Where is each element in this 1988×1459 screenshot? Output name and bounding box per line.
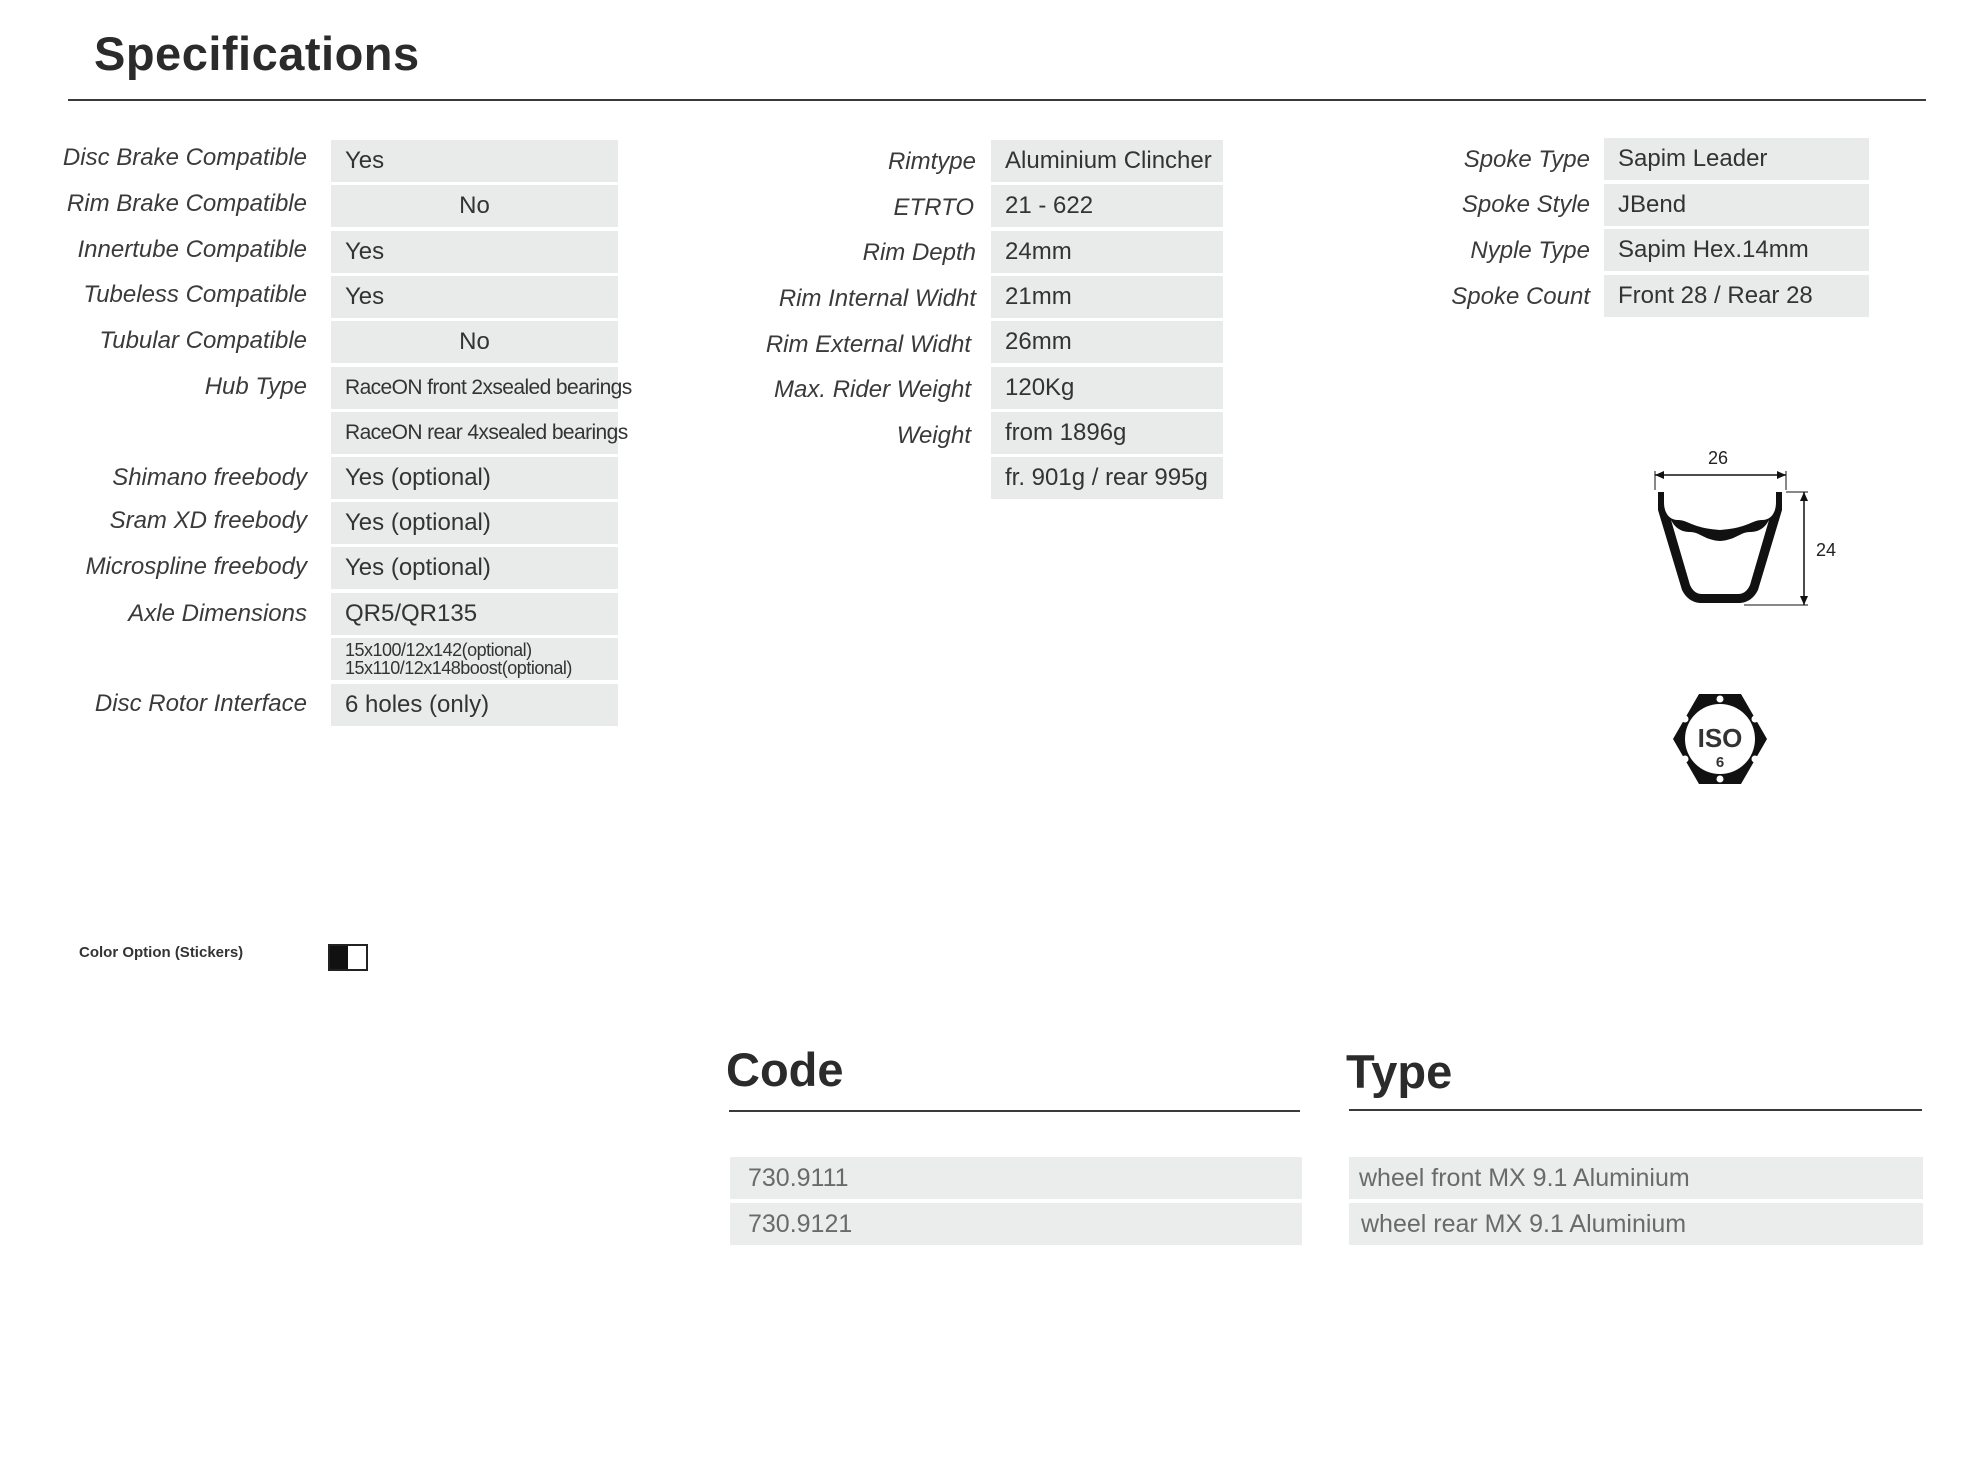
spec-label: ETRTO: [893, 194, 974, 221]
spec-value: 15x100/12x142(optional) 15x110/12x148boo…: [331, 638, 618, 680]
spec-label: Rim External Widht: [765, 331, 971, 358]
color-swatch-white: [348, 946, 366, 969]
spec-value: 21 - 622: [991, 185, 1223, 227]
rim-profile-diagram: 26 24: [1654, 448, 1836, 606]
spec-value: RaceON front 2xsealed bearings: [331, 367, 632, 409]
spec-value: Front 28 / Rear 28: [1604, 275, 1869, 317]
spec-label: Microspline freebody: [85, 553, 307, 580]
spec-value: Sapim Hex.14mm: [1604, 229, 1869, 271]
spec-value: Yes (optional): [331, 502, 618, 544]
spec-label: Sram XD freebody: [109, 507, 307, 534]
rim-width-label: 26: [1708, 448, 1728, 468]
spec-label: Spoke Style: [1461, 191, 1590, 218]
color-swatch: [328, 944, 368, 971]
iso-text: ISO: [1698, 723, 1743, 753]
spec-label: Axle Dimensions: [128, 600, 307, 627]
spec-value: 26mm: [991, 321, 1223, 363]
iso-6-rotor-icon: ISO 6: [1673, 694, 1767, 784]
spec-value: Yes: [331, 276, 618, 318]
spec-label: Shimano freebody: [112, 464, 307, 491]
iso-number: 6: [1716, 754, 1724, 771]
type-heading: Type: [1346, 1045, 1453, 1098]
spec-value: Yes (optional): [331, 547, 618, 589]
spec-value: from 1896g: [991, 412, 1223, 454]
spec-value: 24mm: [991, 231, 1223, 273]
spec-label: Nyple Type: [1470, 237, 1590, 264]
spec-value: Yes: [331, 231, 618, 273]
spec-label: Spoke Count: [1451, 283, 1590, 310]
spec-label: Weight: [896, 422, 971, 449]
spec-label: Innertube Compatible: [77, 236, 307, 263]
spec-label: Tubeless Compatible: [83, 281, 307, 308]
spec-value: JBend: [1604, 184, 1869, 226]
product-code: 730.9121: [730, 1203, 1302, 1245]
spec-label: Rim Brake Compatible: [66, 190, 307, 217]
spec-value: Yes (optional): [331, 457, 618, 499]
spec-value-line: 15x110/12x148boost(optional): [345, 658, 572, 678]
color-swatch-black: [330, 946, 348, 969]
spec-label: Spoke Type: [1463, 146, 1590, 173]
spec-label: Disc Brake Compatible: [62, 144, 307, 171]
spec-label: Rim Internal Widht: [778, 285, 976, 312]
product-code: 730.9111: [730, 1157, 1302, 1199]
spec-label: Rim Depth: [862, 239, 976, 266]
type-divider: [1349, 1109, 1922, 1111]
spec-label: Max. Rider Weight: [774, 376, 971, 403]
spec-value: 120Kg: [991, 367, 1223, 409]
spec-value: 21mm: [991, 276, 1223, 318]
spec-value: No: [331, 185, 618, 227]
spec-value: QR5/QR135: [331, 593, 618, 635]
product-type: wheel front MX 9.1 Aluminium: [1349, 1157, 1923, 1199]
spec-value: Yes: [331, 140, 618, 182]
spec-value: Aluminium Clincher: [991, 140, 1223, 182]
spec-label: Hub Type: [204, 373, 307, 400]
spec-label: Disc Rotor Interface: [94, 690, 307, 717]
spec-value-line: 15x100/12x142(optional): [345, 640, 532, 660]
code-heading: Code: [726, 1043, 844, 1096]
spec-label: Rimtype: [887, 148, 976, 175]
spec-label: Tubular Compatible: [99, 327, 307, 354]
spec-value: RaceON rear 4xsealed bearings: [331, 412, 628, 454]
product-type: wheel rear MX 9.1 Aluminium: [1349, 1203, 1923, 1245]
spec-value: fr. 901g / rear 995g: [991, 457, 1223, 499]
spec-value: Sapim Leader: [1604, 138, 1869, 180]
title-divider: [68, 99, 1926, 101]
page-title: Specifications: [94, 27, 420, 80]
spec-value: No: [331, 321, 618, 363]
color-option-label: Color Option (Stickers): [79, 944, 244, 961]
code-divider: [729, 1110, 1300, 1112]
rim-depth-label: 24: [1816, 540, 1836, 560]
spec-value: 6 holes (only): [331, 684, 618, 726]
